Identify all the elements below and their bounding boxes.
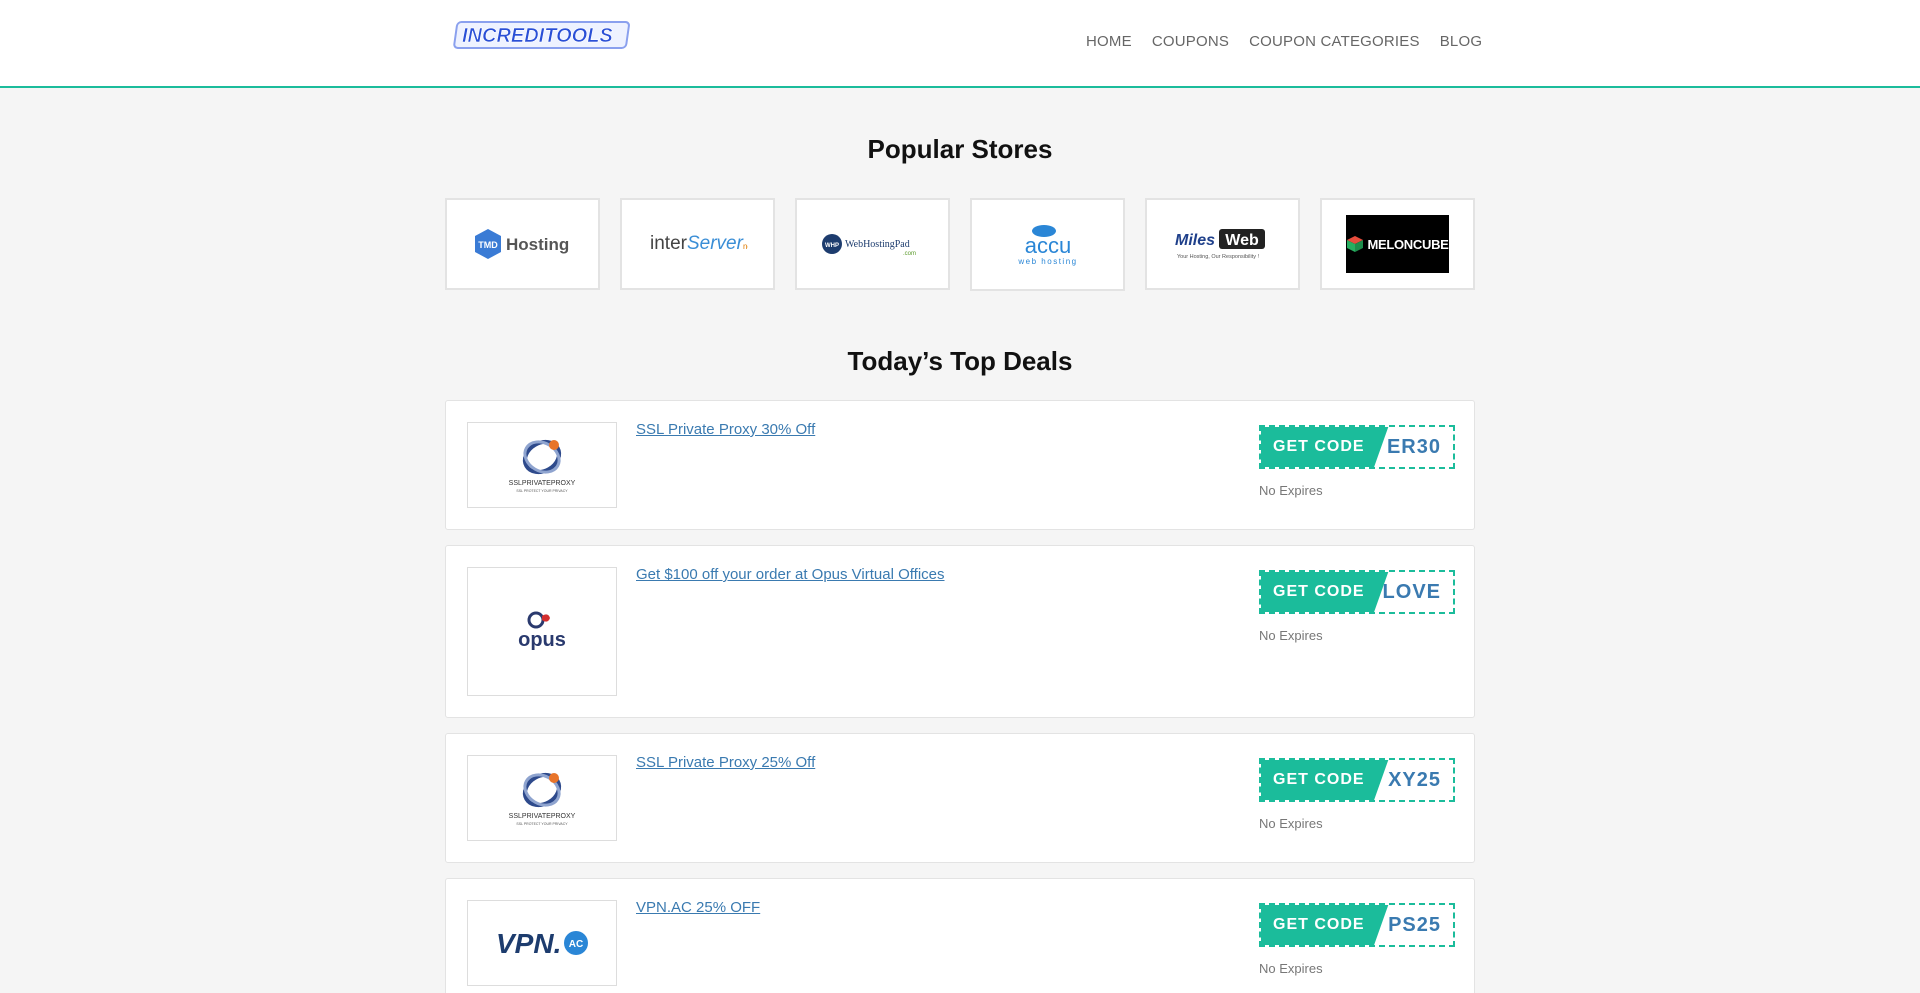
store-accu-web-hosting[interactable]: accu web hosting	[970, 198, 1125, 291]
deal-logo[interactable]: VPN. AC	[467, 900, 617, 986]
opus-logo: opus	[518, 611, 566, 651]
svg-text:opus: opus	[518, 629, 566, 651]
coupon-code-box[interactable]: ER30 GET CODE	[1259, 425, 1455, 469]
top-deals-title: Today’s Top Deals	[847, 346, 1073, 376]
get-code-button[interactable]: GET CODE	[1261, 760, 1389, 800]
sslprivateproxy-logo: SSLPRIVATEPROXY SSL PROTECT YOUR PRIVACY	[509, 439, 576, 493]
coupon-code-box[interactable]: XY25 GET CODE	[1259, 758, 1455, 802]
store-meloncube[interactable]: MELONCUBE	[1320, 198, 1475, 290]
deal-card: SSLPRIVATEPROXY SSL PROTECT YOUR PRIVACY…	[445, 400, 1475, 530]
nav-blog[interactable]: BLOG	[1440, 33, 1482, 50]
svg-text:AC: AC	[569, 939, 583, 950]
expiry-text: No Expires	[1259, 961, 1323, 976]
expiry-text: No Expires	[1259, 628, 1323, 643]
site-header: INCREDITOOLS HOME COUPONS COUPON CATEGOR…	[0, 0, 1920, 88]
main-nav: HOME COUPONS COUPON CATEGORIES BLOG	[1086, 33, 1502, 50]
coupon-code-peek: PS25	[1388, 914, 1441, 936]
deal-card: opus Get $100 off your order at Opus Vir…	[445, 545, 1475, 718]
popular-stores-grid: TMD Hosting interServernet WHP WebHostin…	[445, 198, 1475, 291]
svg-text:interServernet: interServernet	[650, 233, 748, 254]
popular-stores-title: Popular Stores	[867, 134, 1053, 164]
svg-text:SSL PROTECT YOUR PRIVACY: SSL PROTECT YOUR PRIVACY	[516, 822, 568, 826]
store-tmdhosting[interactable]: TMD Hosting	[445, 198, 600, 290]
deal-title-link[interactable]: VPN.AC 25% OFF	[636, 899, 760, 916]
coupon-code-peek: XY25	[1388, 769, 1441, 791]
coupon-code-box[interactable]: PS25 GET CODE	[1259, 903, 1455, 947]
svg-text:SSL PROTECT YOUR PRIVACY: SSL PROTECT YOUR PRIVACY	[516, 489, 568, 493]
melon-cube-icon	[1347, 236, 1364, 252]
svg-text:accu: accu	[1024, 233, 1070, 258]
expiry-text: No Expires	[1259, 483, 1323, 498]
coupon-code-peek: ER30	[1386, 436, 1441, 458]
svg-text:Miles: Miles	[1175, 232, 1215, 249]
tmdhosting-logo: TMD Hosting	[474, 229, 569, 259]
svg-text:WHP: WHP	[825, 243, 839, 249]
sslprivateproxy-logo: SSLPRIVATEPROXY SSL PROTECT YOUR PRIVACY	[509, 772, 576, 826]
coupon-code-peek: LOVE	[1382, 581, 1441, 603]
get-code-button[interactable]: GET CODE	[1261, 905, 1389, 945]
svg-text:.com: .com	[903, 251, 916, 257]
interserver-logo: interServernet	[650, 233, 748, 254]
meloncube-logo: MELONCUBE	[1346, 215, 1449, 273]
deal-title-link[interactable]: SSL Private Proxy 25% Off	[636, 754, 815, 771]
store-milesweb[interactable]: Miles Web Your Hosting, Our Responsibili…	[1145, 198, 1300, 290]
deal-logo[interactable]: SSLPRIVATEPROXY SSL PROTECT YOUR PRIVACY	[467, 755, 617, 841]
nav-coupon-categories[interactable]: COUPON CATEGORIES	[1249, 33, 1420, 50]
svg-text:web hosting: web hosting	[1017, 257, 1077, 266]
svg-text:Hosting: Hosting	[506, 235, 569, 254]
svg-text:INCREDITOOLS: INCREDITOOLS	[462, 25, 613, 47]
svg-text:SSLPRIVATEPROXY: SSLPRIVATEPROXY	[509, 480, 576, 487]
svg-text:SSLPRIVATEPROXY: SSLPRIVATEPROXY	[509, 813, 576, 820]
webhostingpad-logo: WHP WebHostingPad .com	[821, 234, 916, 257]
nav-coupons[interactable]: COUPONS	[1152, 33, 1229, 50]
deal-logo[interactable]: SSLPRIVATEPROXY SSL PROTECT YOUR PRIVACY	[467, 422, 617, 508]
site-logo[interactable]: INCREDITOOLS	[452, 18, 630, 50]
svg-text:VPN.: VPN.	[496, 928, 561, 959]
get-code-button[interactable]: GET CODE	[1261, 427, 1389, 467]
deal-card: VPN. AC VPN.AC 25% OFF PS25 GET CODE No …	[445, 878, 1475, 993]
store-webhostingpad[interactable]: WHP WebHostingPad .com	[795, 198, 950, 290]
accu-logo: accu web hosting	[1017, 224, 1077, 266]
store-interserver[interactable]: interServernet	[620, 198, 775, 290]
svg-text:Your Hosting, Our Responsibili: Your Hosting, Our Responsibility !	[1177, 254, 1260, 260]
nav-home[interactable]: HOME	[1086, 33, 1132, 50]
svg-text:TMD: TMD	[478, 240, 498, 250]
svg-text:WebHostingPad: WebHostingPad	[845, 239, 910, 250]
get-code-button[interactable]: GET CODE	[1261, 572, 1389, 612]
deal-card: SSLPRIVATEPROXY SSL PROTECT YOUR PRIVACY…	[445, 733, 1475, 863]
svg-text:Web: Web	[1225, 232, 1259, 249]
deal-title-link[interactable]: Get $100 off your order at Opus Virtual …	[636, 566, 945, 583]
coupon-code-box[interactable]: LOVE GET CODE	[1259, 570, 1455, 614]
expiry-text: No Expires	[1259, 816, 1323, 831]
milesweb-logo: Miles Web Your Hosting, Our Responsibili…	[1175, 229, 1265, 260]
deal-logo[interactable]: opus	[467, 567, 617, 696]
deal-title-link[interactable]: SSL Private Proxy 30% Off	[636, 421, 815, 438]
vpnac-logo: VPN. AC	[496, 928, 588, 959]
